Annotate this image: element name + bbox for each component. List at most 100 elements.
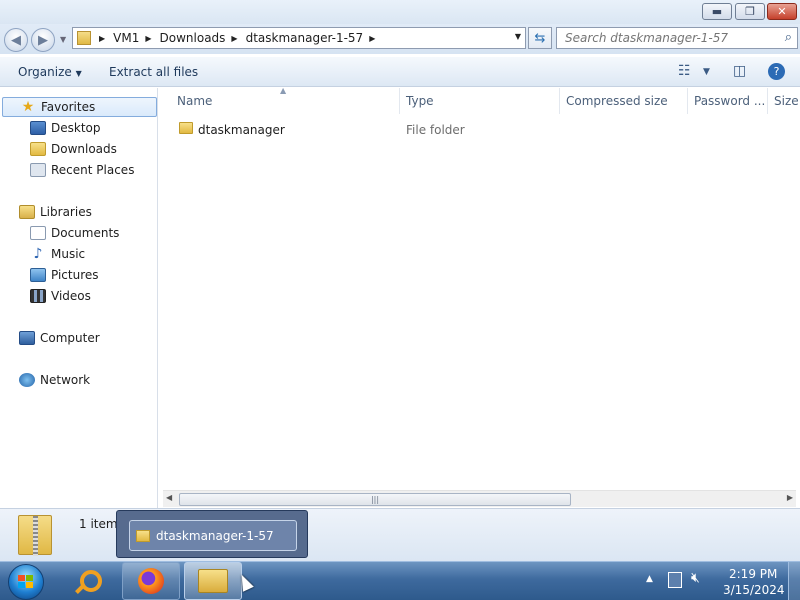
scrollbar-thumb[interactable]: ||| [179,493,571,506]
nav-videos[interactable]: Videos [30,286,91,306]
refresh-icon: ⇆ [534,30,546,46]
preview-pane-icon[interactable]: ◫ [733,63,746,79]
forward-button[interactable]: ▶ [31,28,55,52]
nav-libraries-label: Libraries [40,205,92,219]
firefox-taskbar-button[interactable] [122,562,180,600]
explorer-taskbar-button[interactable] [184,562,242,600]
file-row[interactable]: dtaskmanager File folder [159,118,800,140]
zip-file-icon [18,515,52,556]
forward-arrow-icon: ▶ [38,32,48,48]
nav-downloads[interactable]: Downloads [30,139,117,159]
documents-icon [30,226,46,240]
help-icon[interactable]: ? [768,63,785,80]
chevron-down-icon: ▼ [75,69,82,78]
libraries-icon [19,205,35,219]
firefox-icon [138,568,164,594]
preview-title: dtaskmanager-1-57 [156,528,274,543]
horizontal-scrollbar[interactable]: ◀ ||| ▶ [163,490,796,507]
maximize-button[interactable]: ❐ [735,3,765,20]
nav-desktop-label: Desktop [51,121,101,135]
minimize-button[interactable]: ▬ [702,3,732,20]
column-header-size[interactable]: Size [768,88,800,114]
navigation-pane: ★ Favorites Desktop Downloads Recent Pla… [0,88,158,508]
recent-pages-dropdown-icon[interactable]: ▼ [60,35,66,44]
nav-recent-places[interactable]: Recent Places [30,160,134,180]
close-button[interactable]: ✕ [767,3,797,20]
nav-computer[interactable]: Computer [19,328,100,348]
desktop-icon [30,121,46,135]
file-type: File folder [406,123,465,137]
show-desktop-button[interactable] [788,562,800,600]
nav-music-label: Music [51,247,86,261]
refresh-button[interactable]: ⇆ [528,27,552,49]
breadcrumb-chevron-icon[interactable]: ▶ [231,34,237,43]
nav-pictures[interactable]: Pictures [30,265,99,285]
network-icon [19,373,35,387]
search-box[interactable]: ⌕ [556,27,798,49]
nav-documents-label: Documents [51,226,120,240]
recent-places-icon [30,163,46,177]
back-arrow-icon: ◀ [11,32,21,48]
show-hidden-icons-icon[interactable]: ▲ [646,574,653,584]
start-button[interactable] [8,564,44,600]
search-input[interactable] [565,31,765,45]
windows-logo-icon [18,575,34,589]
file-list: Name ▲ Type Compressed size Password ...… [159,86,800,508]
breadcrumb-current-folder[interactable]: dtaskmanager-1-57 [246,31,364,45]
file-name: dtaskmanager [198,123,285,137]
star-icon: ★ [21,99,35,115]
address-bar[interactable]: ▶ VM1 ▶ Downloads ▶ dtaskmanager-1-57 ▶ … [72,27,526,49]
taskbar-preview-popup[interactable]: dtaskmanager-1-57 [116,510,308,558]
computer-icon [19,331,35,345]
network-tray-icon[interactable] [668,572,682,588]
scroll-right-icon[interactable]: ▶ [787,493,793,502]
organize-button[interactable]: Organize ▼ [18,65,82,79]
view-options-dropdown-icon[interactable]: ▼ [703,67,710,77]
volume-muted-icon[interactable]: 🔇︎ [691,570,700,586]
nav-desktop[interactable]: Desktop [30,118,101,138]
search-icon[interactable]: ⌕ [785,30,792,45]
breadcrumb-downloads[interactable]: Downloads [160,31,226,45]
nav-pictures-label: Pictures [51,268,99,282]
nav-videos-label: Videos [51,289,91,303]
address-dropdown-icon[interactable]: ▼ [515,32,521,41]
item-count: 1 item [79,517,118,531]
nav-downloads-label: Downloads [51,142,117,156]
nav-favorites[interactable]: ★ Favorites [2,97,157,117]
column-header-name[interactable]: Name ▲ [159,86,400,114]
column-header-compressed-size[interactable]: Compressed size [560,88,688,114]
back-button[interactable]: ◀ [4,28,28,52]
clock-date[interactable]: 3/15/2024 [723,583,785,597]
nav-recent-places-label: Recent Places [51,163,135,177]
nav-network-label: Network [40,373,91,387]
column-name-label: Name [177,94,213,108]
magnifier-icon [75,570,102,594]
zip-folder-icon [77,31,91,45]
breadcrumb-chevron-icon[interactable]: ▶ [369,34,375,43]
folder-icon [136,529,150,542]
sort-ascending-icon: ▲ [280,86,287,95]
clock-time[interactable]: 2:19 PM [729,567,777,581]
scroll-left-icon[interactable]: ◀ [166,493,172,502]
search-taskbar-button[interactable] [66,562,116,600]
nav-computer-label: Computer [40,331,100,345]
taskbar: ▲ 🔇︎ 2:19 PM 3/15/2024 [0,561,800,600]
preview-item[interactable]: dtaskmanager-1-57 [129,520,297,551]
breadcrumb-vm1[interactable]: VM1 [113,31,139,45]
breadcrumb-chevron-icon[interactable]: ▶ [145,34,151,43]
nav-libraries[interactable]: Libraries [19,202,92,222]
title-bar: ▬ ❐ ✕ [0,0,800,24]
breadcrumb-chevron-icon[interactable]: ▶ [99,34,105,43]
command-bar: Organize ▼ Extract all files ☷ ▼ ◫ ? [0,57,800,87]
column-header-password[interactable]: Password ... [688,88,768,114]
column-header-type[interactable]: Type [400,88,560,114]
videos-icon [30,289,46,303]
organize-label: Organize [18,65,72,79]
nav-music[interactable]: ♪ Music [30,244,86,264]
nav-documents[interactable]: Documents [30,223,119,243]
extract-all-files-button[interactable]: Extract all files [109,65,198,79]
nav-network[interactable]: Network [19,370,90,390]
change-view-icon[interactable]: ☷ [678,63,691,79]
nav-favorites-label: Favorites [41,100,96,114]
explorer-folder-icon [198,569,228,593]
